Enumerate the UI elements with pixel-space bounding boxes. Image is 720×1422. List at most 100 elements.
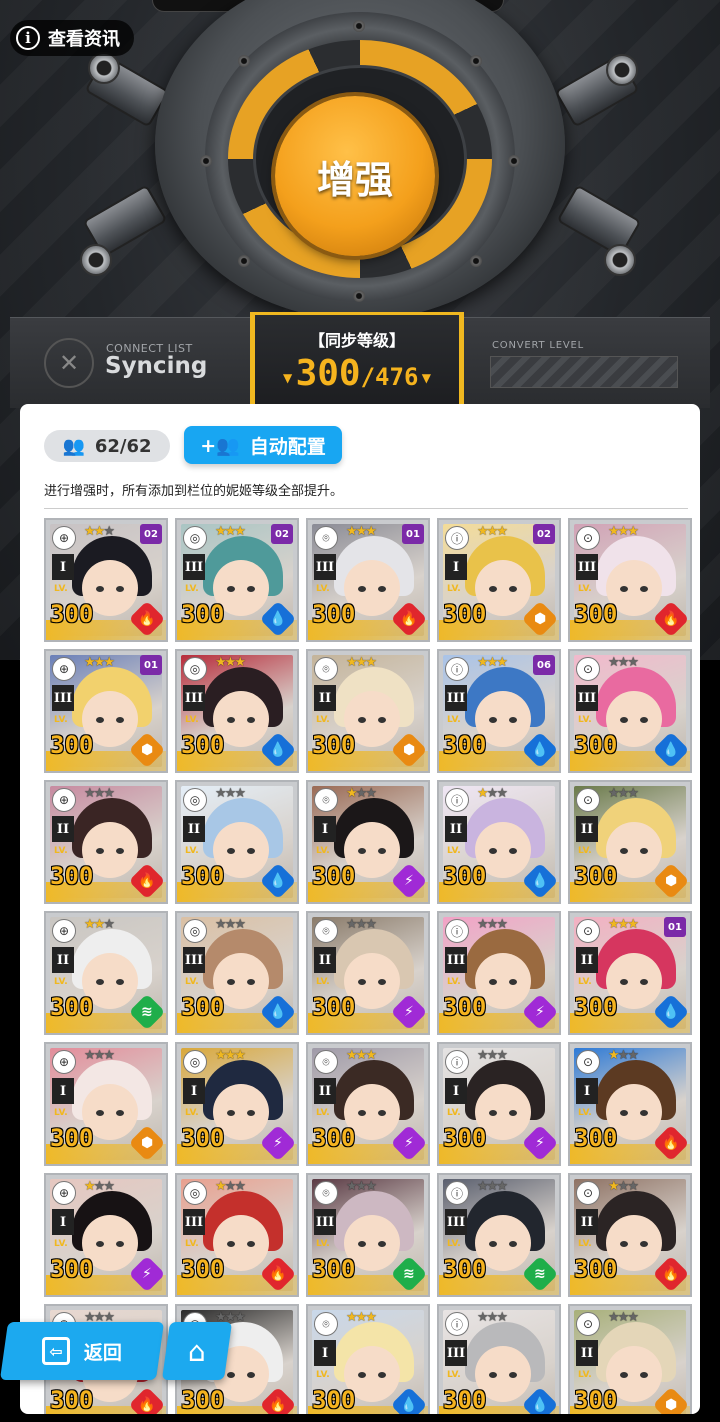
- nikke-card[interactable]: ⓘ III LV. 300 ★★★ 💧: [437, 1304, 561, 1414]
- nikke-card[interactable]: ⓘ II LV. 300 ★★★ 💧: [437, 780, 561, 904]
- back-button[interactable]: ⇦ 返回: [0, 1322, 165, 1380]
- star-rating: ★★★: [477, 917, 508, 932]
- level-value: 300: [312, 862, 356, 890]
- star-icon: ★: [84, 917, 96, 932]
- nikke-card[interactable]: ⊙ II LV. 300 ★★★ ⬢: [568, 1304, 692, 1414]
- nikke-grid: ⊕ I LV. 300 ★★★ 02 🔥 ◎ III LV. 300 ★★★ 02 💧 ⌾ III LV. 300…: [44, 518, 694, 1414]
- star-icon: ★: [477, 786, 489, 801]
- star-icon: ★: [608, 917, 620, 932]
- nikke-card[interactable]: ⊕ II LV. 300 ★★★ ≋: [44, 911, 168, 1035]
- slot-count-badge: 👥 62/62: [44, 430, 170, 462]
- nikke-card[interactable]: ⌾ II LV. 300 ★★★ ⬢: [306, 649, 430, 773]
- element-glyph: 💧: [662, 742, 680, 758]
- sync-status-text: Syncing: [105, 353, 208, 379]
- nikke-card[interactable]: ⌾ I LV. 300 ★★★ ⚡: [306, 780, 430, 904]
- nikke-card[interactable]: ◎ II LV. 300 ★★★ 💧: [175, 780, 299, 904]
- star-icon: ★: [103, 786, 115, 801]
- star-rating: ★★★: [346, 655, 377, 670]
- star-icon: ★: [355, 524, 368, 539]
- level-value: 300: [443, 600, 487, 628]
- eye: [489, 1372, 497, 1378]
- eye: [509, 1372, 517, 1378]
- eye: [227, 1241, 235, 1247]
- nikke-card[interactable]: ⊙ II LV. 300 ★★★ 🔥: [568, 1173, 692, 1297]
- nikke-card[interactable]: ⌾ III LV. 300 ★★★ 01 🔥: [306, 518, 430, 642]
- eye: [116, 979, 124, 985]
- eye: [640, 848, 648, 854]
- nikke-card[interactable]: ⊙ I LV. 300 ★★★ 🔥: [568, 1042, 692, 1166]
- nikke-card[interactable]: ⊙ III LV. 300 ★★★ 🔥: [568, 518, 692, 642]
- star-rating: ★★★: [215, 655, 246, 670]
- star-icon: ★: [234, 524, 246, 539]
- nikke-card[interactable]: ⌾ II LV. 300 ★★★ ⚡: [306, 911, 430, 1035]
- star-icon: ★: [93, 786, 106, 801]
- eye: [358, 979, 366, 985]
- star-rating: ★★★: [346, 524, 377, 539]
- element-glyph: ≋: [141, 1003, 153, 1020]
- star-icon: ★: [365, 1179, 377, 1194]
- nikke-card[interactable]: ⊙ III LV. 300 ★★★ 💧: [568, 649, 692, 773]
- eye: [378, 1241, 386, 1247]
- exit-icon: ⇦: [41, 1337, 70, 1365]
- sync-level-title: 【同步等级】: [308, 331, 405, 350]
- eye: [509, 979, 517, 985]
- nikke-card[interactable]: ⓘ III LV. 300 ★★★ ⚡: [437, 911, 561, 1035]
- nikke-card[interactable]: ⊙ II LV. 300 ★★★ ⬢: [568, 780, 692, 904]
- weapon-class-icon: ⓘ: [445, 1181, 469, 1205]
- level-value: 300: [312, 731, 356, 759]
- eye: [640, 1110, 648, 1116]
- auto-config-button[interactable]: +👥 自动配置: [184, 426, 342, 464]
- bolt-icon: [353, 290, 365, 302]
- star-icon: ★: [234, 786, 246, 801]
- eye: [509, 848, 517, 854]
- eye: [640, 586, 648, 592]
- nikke-card[interactable]: ⊕IILV.300★★★🔥: [44, 780, 168, 904]
- element-glyph: 💧: [531, 873, 549, 889]
- nikke-card[interactable]: ⊕ I LV. 300 ★★★ 02 🔥: [44, 518, 168, 642]
- nikke-card[interactable]: ⊕ I LV. 300 ★★★ ⚡: [44, 1173, 168, 1297]
- nikke-card[interactable]: ⌾ I LV. 300 ★★★ 💧: [306, 1304, 430, 1414]
- level-prefix: LV.: [54, 584, 68, 594]
- nikke-card[interactable]: ⓘ I LV. 300 ★★★ ⚡: [437, 1042, 561, 1166]
- eye: [378, 1372, 386, 1378]
- burst-type-badge: I: [52, 554, 74, 580]
- home-button[interactable]: ⌂: [161, 1322, 233, 1380]
- level-value: 300: [443, 1386, 487, 1414]
- burst-type-badge: III: [445, 1209, 467, 1235]
- nikke-card[interactable]: ⓘ III LV. 300 ★★★ ≋: [437, 1173, 561, 1297]
- nikke-card[interactable]: ⊕ III LV. 300 ★★★ 01 ⬢: [44, 649, 168, 773]
- eye: [620, 1372, 628, 1378]
- nikke-card[interactable]: ◎ III LV. 300 ★★★ 💧: [175, 911, 299, 1035]
- star-rating: ★★★: [84, 1179, 115, 1194]
- weapon-class-icon: ⌾: [314, 526, 338, 550]
- nikke-card[interactable]: ⓘ I LV. 300 ★★★ 02 ⬢: [437, 518, 561, 642]
- eye: [358, 1110, 366, 1116]
- star-icon: ★: [627, 1310, 639, 1325]
- nikke-card[interactable]: ◎ I LV. 300 ★★★ ⚡: [175, 1042, 299, 1166]
- weapon-class-icon: ⓘ: [445, 1050, 469, 1074]
- burst-type-badge: I: [52, 1078, 74, 1104]
- nikke-card[interactable]: ⌾ III LV. 300 ★★★ ≋: [306, 1173, 430, 1297]
- eye: [358, 848, 366, 854]
- enhance-button[interactable]: 增强: [275, 96, 435, 256]
- nikke-card[interactable]: ◎ III LV. 300 ★★★ 🔥: [175, 1173, 299, 1297]
- eye: [509, 1241, 517, 1247]
- eye: [640, 979, 648, 985]
- nikke-card[interactable]: ⌾ II LV. 300 ★★★ ⚡: [306, 1042, 430, 1166]
- star-icon: ★: [477, 1179, 489, 1194]
- weapon-class-icon: ⌾: [314, 1181, 338, 1205]
- view-info-button[interactable]: i 查看资讯: [10, 20, 134, 56]
- nikke-card[interactable]: ⊕ I LV. 300 ★★★ ⬢: [44, 1042, 168, 1166]
- star-icon: ★: [365, 1310, 377, 1325]
- nikke-card[interactable]: ◎ III LV. 300 ★★★ 02 💧: [175, 518, 299, 642]
- connect-icon: ✕: [44, 338, 94, 388]
- add-people-icon: +👥: [200, 434, 240, 457]
- level-value: 300: [574, 862, 618, 890]
- level-prefix: LV.: [578, 846, 592, 856]
- nikke-card[interactable]: ⊙ II LV. 300 ★★★ 01 💧: [568, 911, 692, 1035]
- nikke-card[interactable]: ◎ III LV. 300 ★★★ 💧: [175, 649, 299, 773]
- star-icon: ★: [355, 1310, 368, 1325]
- level-prefix: LV.: [185, 1108, 199, 1118]
- nikke-card[interactable]: ⓘ III LV. 300 ★★★ 06 💧: [437, 649, 561, 773]
- star-icon: ★: [617, 1310, 630, 1325]
